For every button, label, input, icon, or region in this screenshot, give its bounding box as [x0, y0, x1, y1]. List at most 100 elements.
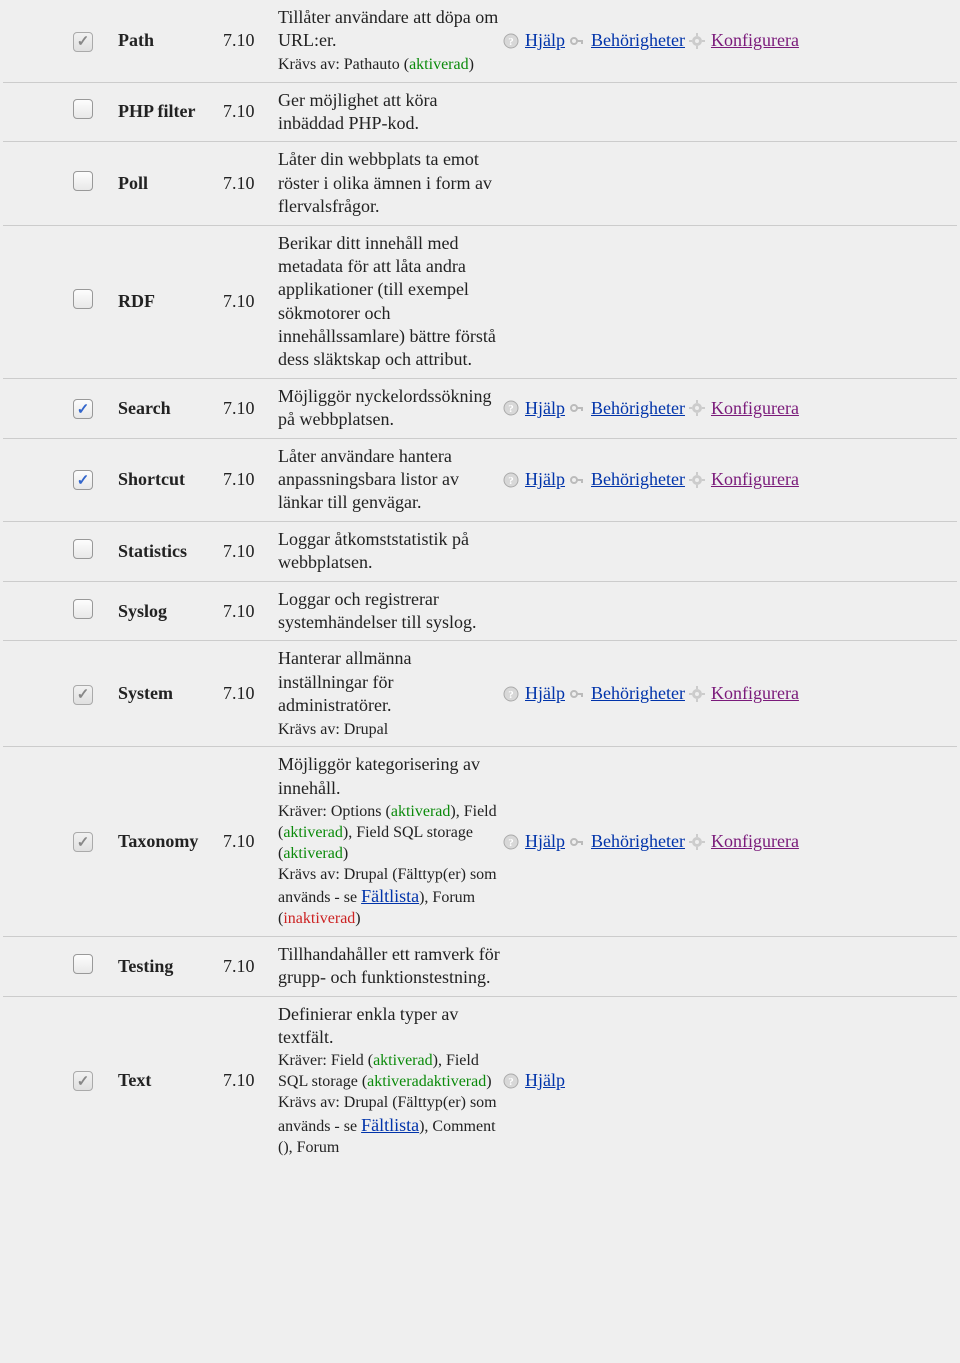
- enable-checkbox[interactable]: [73, 171, 93, 191]
- gear-icon: [689, 686, 705, 702]
- module-name: System: [118, 683, 223, 704]
- enable-checkbox[interactable]: [73, 470, 93, 490]
- key-icon: [569, 400, 585, 416]
- module-name: PHP filter: [118, 101, 223, 122]
- enable-checkbox[interactable]: [73, 289, 93, 309]
- fieldlist-link[interactable]: Fältlista: [361, 886, 419, 906]
- configure-link[interactable]: Konfigurera: [711, 30, 799, 51]
- enable-checkbox: [73, 1071, 93, 1091]
- module-version: 7.10: [223, 601, 278, 622]
- module-name: Taxonomy: [118, 831, 223, 852]
- dep-status: aktiverad: [427, 1073, 487, 1090]
- configure-link[interactable]: Konfigurera: [711, 398, 799, 419]
- module-name: Shortcut: [118, 469, 223, 490]
- module-version: 7.10: [223, 291, 278, 312]
- key-icon: [569, 33, 585, 49]
- module-name: Testing: [118, 956, 223, 977]
- module-description: Möjliggör nyckelordssökning på webbplats…: [278, 385, 503, 432]
- module-operations: ? Hjälp Behörigheter Konfigurera: [503, 30, 960, 51]
- permissions-link[interactable]: Behörigheter: [591, 398, 685, 419]
- dep-text: ): [355, 910, 360, 927]
- module-row: Path7.10Tillåter användare att döpa om U…: [3, 0, 957, 83]
- help-icon: ?: [503, 33, 519, 49]
- help-icon: ?: [503, 686, 519, 702]
- module-version: 7.10: [223, 831, 278, 852]
- dep-text: Kräver: Options (: [278, 803, 391, 820]
- module-description: Loggar och registrerar systemhändelser t…: [278, 588, 503, 635]
- svg-text:?: ?: [508, 1076, 514, 1088]
- dep-text: Krävs av: Drupal: [278, 720, 503, 741]
- help-link[interactable]: Hjälp: [525, 683, 565, 704]
- module-row: Statistics7.10Loggar åtkomststatistik på…: [3, 522, 957, 582]
- module-description: Möjliggör kategorisering av innehåll.: [278, 753, 503, 800]
- permissions-link[interactable]: Behörigheter: [591, 469, 685, 490]
- enable-checkbox[interactable]: [73, 954, 93, 974]
- module-operations: ? Hjälp: [503, 1070, 960, 1091]
- dep-status: aktiverad: [367, 1073, 427, 1090]
- module-row: Poll7.10Låter din webbplats ta emot röst…: [3, 142, 957, 225]
- module-version: 7.10: [223, 101, 278, 122]
- dep-text: ): [343, 845, 348, 862]
- module-version: 7.10: [223, 541, 278, 562]
- module-row: PHP filter7.10Ger möjlighet att köra inb…: [3, 83, 957, 143]
- permissions-link[interactable]: Behörigheter: [591, 831, 685, 852]
- enable-checkbox[interactable]: [73, 399, 93, 419]
- help-link[interactable]: Hjälp: [525, 469, 565, 490]
- permissions-link[interactable]: Behörigheter: [591, 30, 685, 51]
- module-row: Text7.10Definierar enkla typer av textfä…: [3, 997, 957, 1165]
- module-description: Definierar enkla typer av textfält.: [278, 1003, 503, 1050]
- module-description: Ger möjlighet att köra inbäddad PHP-kod.: [278, 89, 503, 136]
- help-icon: ?: [503, 1073, 519, 1089]
- module-description: Berikar ditt innehåll med metadata för a…: [278, 232, 503, 372]
- module-operations: ? Hjälp Behörigheter Konfigurera: [503, 831, 960, 852]
- key-icon: [569, 686, 585, 702]
- module-description: Tillhandahåller ett ramverk för grupp- o…: [278, 943, 503, 990]
- module-row: Syslog7.10Loggar och registrerar systemh…: [3, 582, 957, 642]
- configure-link[interactable]: Konfigurera: [711, 831, 799, 852]
- module-version: 7.10: [223, 30, 278, 51]
- enable-checkbox[interactable]: [73, 599, 93, 619]
- permissions-link[interactable]: Behörigheter: [591, 683, 685, 704]
- help-link[interactable]: Hjälp: [525, 30, 565, 51]
- dep-text: ): [469, 56, 474, 73]
- module-name: Text: [118, 1070, 223, 1091]
- module-description: Loggar åtkomststatistik på webbplatsen.: [278, 528, 503, 575]
- module-version: 7.10: [223, 469, 278, 490]
- help-link[interactable]: Hjälp: [525, 398, 565, 419]
- module-name: RDF: [118, 291, 223, 312]
- module-description: Hanterar allmänna inställningar för admi…: [278, 647, 503, 717]
- dep-status: inaktiverad: [283, 910, 355, 927]
- module-operations: ? Hjälp Behörigheter Konfigurera: [503, 469, 960, 490]
- dep-status: aktiverad: [283, 845, 343, 862]
- module-version: 7.10: [223, 398, 278, 419]
- module-operations: ? Hjälp Behörigheter Konfigurera: [503, 398, 960, 419]
- module-row: System7.10Hanterar allmänna inställninga…: [3, 641, 957, 747]
- dep-status: aktiverad: [283, 824, 343, 841]
- module-row: Shortcut7.10Låter användare hantera anpa…: [3, 439, 957, 522]
- enable-checkbox: [73, 685, 93, 705]
- module-description: Tillåter användare att döpa om URL:er.: [278, 6, 503, 53]
- key-icon: [569, 834, 585, 850]
- help-icon: ?: [503, 472, 519, 488]
- svg-text:?: ?: [508, 837, 514, 849]
- dep-text: Kräver: Field (: [278, 1052, 373, 1069]
- module-name: Path: [118, 30, 223, 51]
- enable-checkbox: [73, 832, 93, 852]
- dep-status: aktiverad: [373, 1052, 433, 1069]
- enable-checkbox[interactable]: [73, 539, 93, 559]
- configure-link[interactable]: Konfigurera: [711, 469, 799, 490]
- help-icon: ?: [503, 400, 519, 416]
- fieldlist-link[interactable]: Fältlista: [361, 1115, 419, 1135]
- help-link[interactable]: Hjälp: [525, 831, 565, 852]
- dep-text: ): [486, 1073, 491, 1090]
- module-version: 7.10: [223, 683, 278, 704]
- enable-checkbox[interactable]: [73, 99, 93, 119]
- configure-link[interactable]: Konfigurera: [711, 683, 799, 704]
- module-version: 7.10: [223, 1070, 278, 1091]
- help-link[interactable]: Hjälp: [525, 1070, 565, 1091]
- svg-text:?: ?: [508, 36, 514, 48]
- module-row: Testing7.10Tillhandahåller ett ramverk f…: [3, 937, 957, 997]
- svg-text:?: ?: [508, 475, 514, 487]
- gear-icon: [689, 834, 705, 850]
- module-row: Search7.10Möjliggör nyckelordssökning på…: [3, 379, 957, 439]
